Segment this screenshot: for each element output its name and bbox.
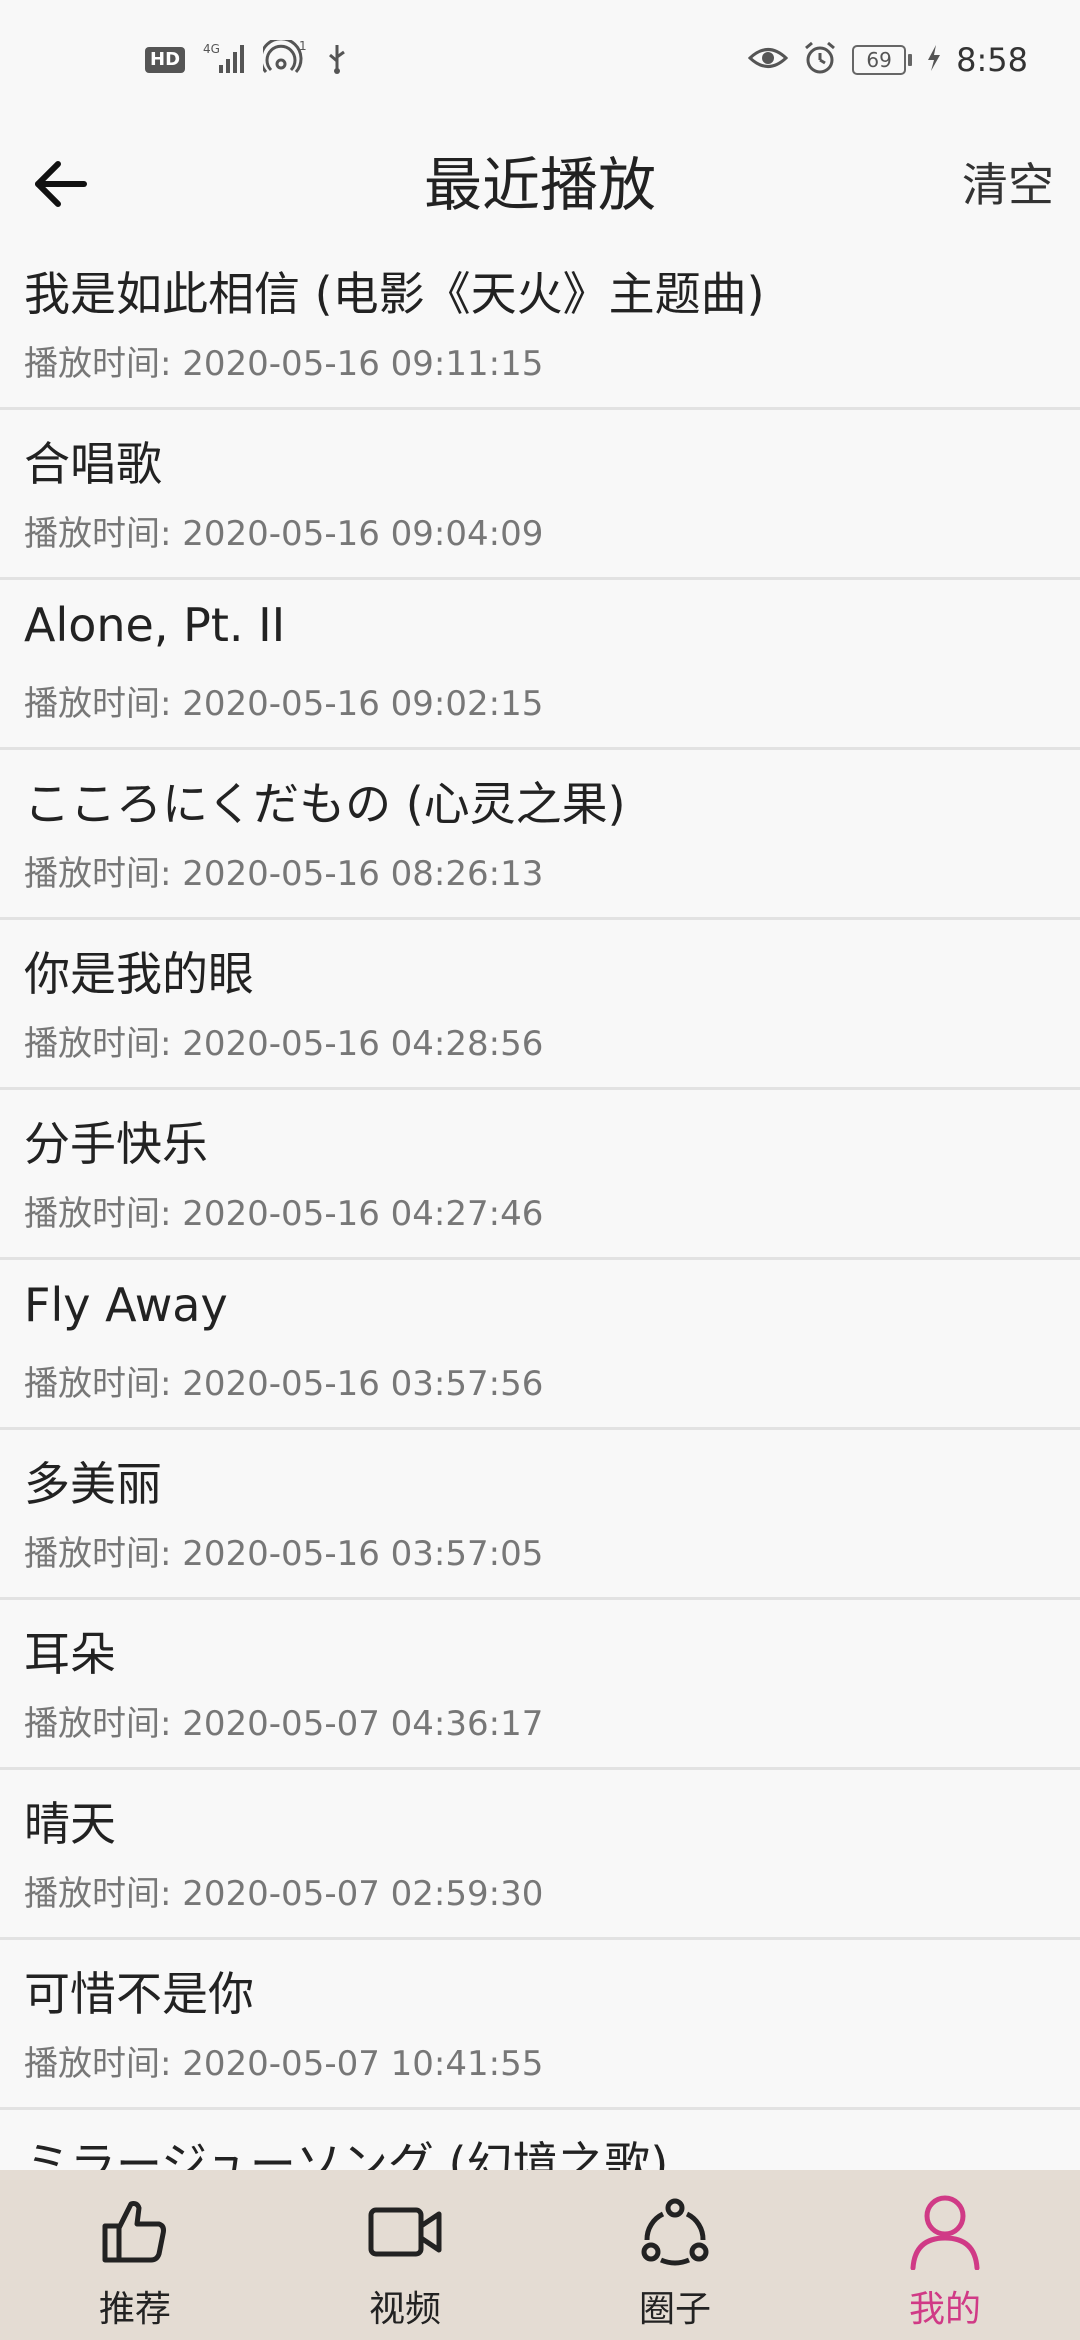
song-title: こころにくだもの (心灵之果) (24, 777, 626, 831)
tab-label: 视频 (368, 2289, 441, 2330)
tab-recommend[interactable]: 推荐 (0, 2170, 270, 2340)
play-time: 播放时间: 2020-05-16 03:57:05 (24, 1534, 544, 1574)
list-item[interactable]: Fly Away 播放时间: 2020-05-16 03:57:56 (0, 1260, 1080, 1430)
play-time: 播放时间: 2020-05-16 08:26:13 (24, 854, 544, 894)
song-title: Fly Away (24, 1278, 228, 1332)
play-time: 播放时间: 2020-05-16 09:04:09 (24, 514, 544, 554)
usb-icon (325, 41, 349, 79)
signal-icon: 4G (203, 41, 245, 79)
hotspot-count: 1 (299, 40, 307, 53)
list-item[interactable]: 多美丽 播放时间: 2020-05-16 03:57:05 (0, 1430, 1080, 1600)
list-item[interactable]: 晴天 播放时间: 2020-05-07 02:59:30 (0, 1770, 1080, 1940)
list-item[interactable]: 可惜不是你 播放时间: 2020-05-07 10:41:55 (0, 1940, 1080, 2110)
network-type-label: 4G (203, 42, 220, 56)
play-time: 播放时间: 2020-05-07 10:41:55 (24, 2044, 544, 2084)
status-left-icons: HD 4G 1 (145, 37, 349, 80)
play-time: 播放时间: 2020-05-07 02:59:30 (24, 1874, 544, 1914)
play-time: 播放时间: 2020-05-16 09:02:15 (24, 684, 544, 724)
play-time: 播放时间: 2020-05-16 04:28:56 (24, 1024, 544, 1064)
tab-circle[interactable]: 圈子 (540, 2170, 810, 2340)
play-time: 播放时间: 2020-05-16 04:27:46 (24, 1194, 544, 1234)
list-item[interactable]: 合唱歌 播放时间: 2020-05-16 09:04:09 (0, 410, 1080, 580)
hotspot-icon: 1 (259, 37, 307, 80)
song-title: 可惜不是你 (24, 1967, 254, 2021)
status-bar: HD 4G 1 69 8:58 (0, 0, 1080, 130)
status-time: 8:58 (956, 41, 1028, 79)
person-icon (905, 2192, 985, 2272)
list-item[interactable]: こころにくだもの (心灵之果) 播放时间: 2020-05-16 08:26:1… (0, 750, 1080, 920)
eye-icon (747, 43, 789, 77)
recent-play-list: 我是如此相信 (电影《天火》主题曲) 播放时间: 2020-05-16 09:1… (0, 240, 1080, 2170)
song-title: Alone, Pt. II (24, 598, 286, 652)
alarm-icon (802, 40, 838, 80)
list-item[interactable]: 耳朵 播放时间: 2020-05-07 04:36:17 (0, 1600, 1080, 1770)
header: 最近播放 清空 (0, 130, 1080, 240)
song-title: 多美丽 (24, 1457, 162, 1511)
song-title: 我是如此相信 (电影《天火》主题曲) (24, 267, 765, 321)
song-title: 合唱歌 (24, 437, 162, 491)
play-time: 播放时间: 2020-05-07 04:36:17 (24, 1704, 544, 1744)
play-time: 播放时间: 2020-05-16 09:11:15 (24, 344, 544, 384)
tab-label: 我的 (908, 2289, 981, 2330)
song-title: 分手快乐 (24, 1117, 208, 1171)
list-item[interactable]: ミラージューソング (幻境之歌) (0, 2110, 1080, 2170)
hd-icon: HD (145, 47, 186, 73)
list-item[interactable]: 分手快乐 播放时间: 2020-05-16 04:27:46 (0, 1090, 1080, 1260)
tab-label: 推荐 (98, 2289, 171, 2330)
battery-level: 69 (852, 45, 907, 75)
list-item[interactable]: Alone, Pt. II 播放时间: 2020-05-16 09:02:15 (0, 580, 1080, 750)
battery-icon: 69 (852, 45, 913, 75)
list-item[interactable]: 我是如此相信 (电影《天火》主题曲) 播放时间: 2020-05-16 09:1… (0, 240, 1080, 410)
tab-video[interactable]: 视频 (270, 2170, 540, 2340)
tab-label: 圈子 (638, 2289, 711, 2330)
song-title: 耳朵 (24, 1627, 116, 1681)
song-title: 你是我的眼 (24, 947, 254, 1001)
song-title: ミラージューソング (幻境之歌) (24, 2137, 669, 2170)
song-title: 晴天 (24, 1797, 116, 1851)
charging-icon (926, 43, 942, 77)
clear-button[interactable]: 清空 (962, 130, 1054, 240)
play-time: 播放时间: 2020-05-16 03:57:56 (24, 1364, 544, 1404)
bottom-tab-bar: 推荐 视频 圈子 我的 (0, 2170, 1080, 2340)
list-item[interactable]: 你是我的眼 播放时间: 2020-05-16 04:28:56 (0, 920, 1080, 1090)
share-circle-icon (635, 2192, 715, 2272)
status-right-icons: 69 8:58 (747, 40, 1028, 80)
tab-mine[interactable]: 我的 (810, 2170, 1080, 2340)
thumbs-up-icon (95, 2192, 175, 2272)
page-title: 最近播放 (423, 151, 656, 219)
video-camera-icon (365, 2192, 445, 2272)
